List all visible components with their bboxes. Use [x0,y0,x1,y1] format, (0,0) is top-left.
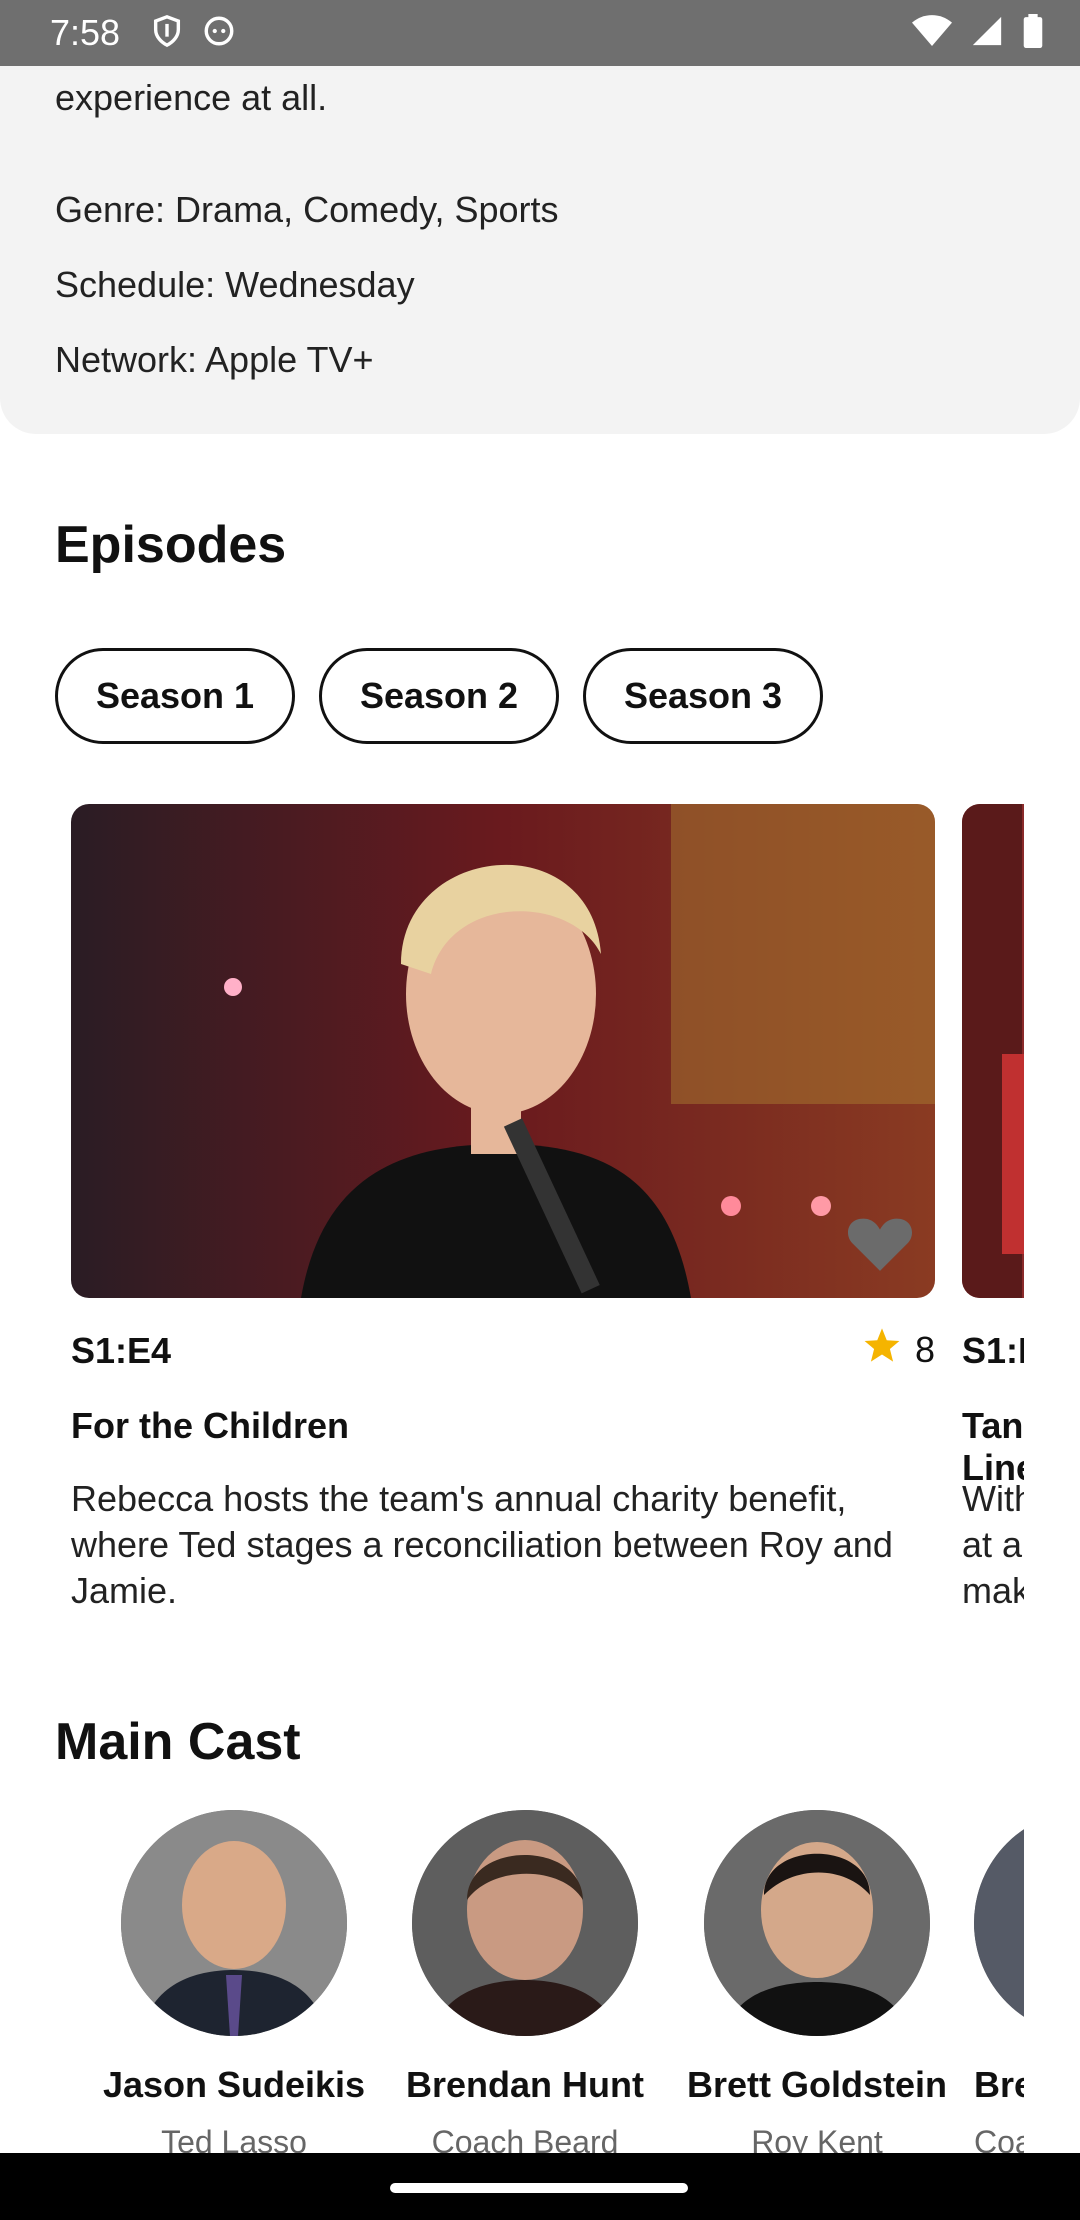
genre-text: Genre: Drama, Comedy, Sports [55,189,559,230]
status-time: 7:58 [50,12,121,53]
home-gesture-handle[interactable] [390,2183,688,2193]
episode-thumbnail [71,804,935,1298]
episode-photo [71,804,935,1298]
cast-member[interactable]: Brett Goldstein Roy Kent [682,1810,952,2161]
show-info-card: experience at all. Genre: Drama, Comedy,… [0,66,1080,434]
cast-member[interactable]: Brendan Hunt Coach Beard [390,1810,660,2161]
cast-name: Brett [974,2064,1024,2105]
main-cast-heading: Main Cast [55,1713,301,1771]
wifi-icon [912,14,952,53]
cast-name: Brett Goldstein [686,2064,947,2105]
avatar [704,1810,930,2036]
avatar [974,1810,1024,2036]
episode-card[interactable]: S1:E4 8 For the Children Rebecca hosts t… [71,804,935,1624]
cast-list: Jason Sudeikis Ted Lasso Brendan Hunt Co… [0,1810,1024,2170]
episode-description: With the team's morale at an all-time lo… [962,1478,1024,1624]
schedule-text: Schedule: Wednesday [55,264,415,305]
episodes-heading: Episodes [55,516,287,574]
episode-photo [962,804,1024,1298]
episode-code: S1:E5 [962,1330,1024,1371]
cast-member[interactable]: Brett Coach [974,1810,1024,2161]
status-left-icons [150,14,236,53]
episode-description: Rebecca hosts the team's annual charity … [71,1478,893,1611]
favorite-heart-icon[interactable] [847,1213,913,1276]
star-icon [863,1326,901,1373]
episode-card-next[interactable]: S1:E5 Tan Lines With the team's morale a… [962,804,1024,1624]
tab-season-3[interactable]: Season 3 [583,648,823,744]
shield-icon [150,14,184,53]
status-right-icons [912,14,1044,53]
episode-code: S1:E4 [71,1330,172,1371]
tab-season-1[interactable]: Season 1 [55,648,295,744]
cast-member[interactable]: Jason Sudeikis Ted Lasso [99,1810,369,2161]
season-tabs: Season 1 Season 2 Season 3 [55,648,823,744]
network-text: Network: Apple TV+ [55,339,374,380]
tab-season-2[interactable]: Season 2 [319,648,559,744]
cast-name: Brendan Hunt [406,2064,644,2105]
avatar [412,1810,638,2036]
signal-icon [970,14,1004,53]
battery-icon [1022,14,1044,53]
avatar [121,1810,347,2036]
episode-rating: 8 [863,1326,935,1373]
status-bar: 7:58 [0,0,1080,66]
cast-name: Jason Sudeikis [102,2064,366,2105]
face-icon [202,14,236,53]
episode-title: For the Children [71,1405,349,1446]
rating-value: 8 [914,1328,935,1370]
navigation-bar [0,2153,1080,2220]
overview-text: experience at all. [55,77,328,118]
episode-thumbnail [962,804,1024,1298]
